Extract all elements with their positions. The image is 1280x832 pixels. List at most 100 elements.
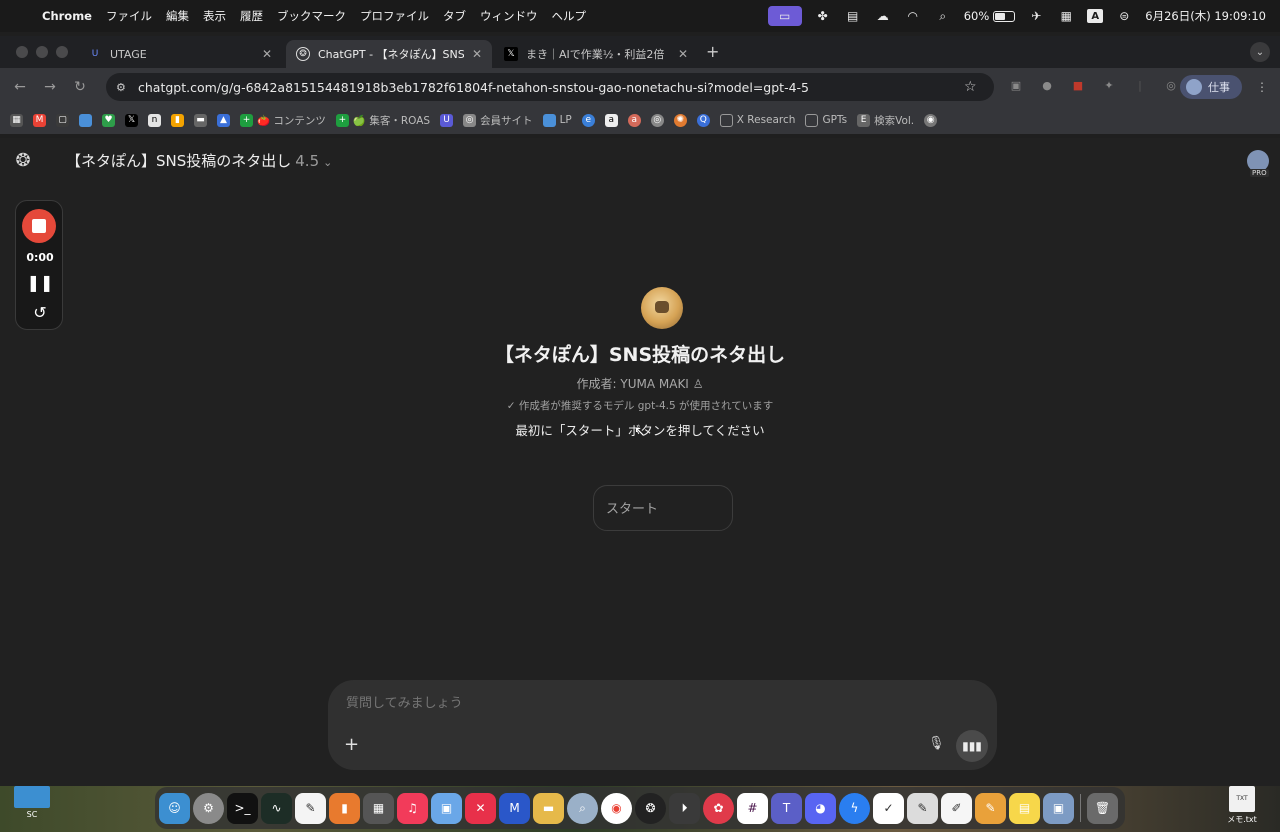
microphone-icon[interactable]: ●	[1039, 77, 1055, 93]
bookmark-amazon-icon[interactable]: a	[604, 113, 618, 127]
bookmark-search-vol[interactable]: E 検索Vol.	[857, 113, 914, 128]
bookmark-star-icon[interactable]: ☆	[964, 79, 984, 95]
notes-icon[interactable]: ✓	[873, 792, 904, 824]
site-info-icon[interactable]: ⚙	[116, 81, 132, 94]
menubar-clock[interactable]: 6月26日(木) 19:09:10	[1145, 8, 1266, 24]
menu-file[interactable]: ファイル	[106, 8, 152, 24]
extension-red-icon[interactable]: ■	[1070, 77, 1086, 93]
chatgpt-app-icon[interactable]: ❂	[635, 792, 666, 824]
plus-icon[interactable]: +	[344, 734, 359, 755]
minimize-window-button[interactable]	[36, 46, 48, 58]
bookmark-x-icon[interactable]: 𝕏	[125, 113, 138, 127]
bookmark-gmail-icon[interactable]: M	[33, 113, 46, 127]
wifi-icon[interactable]: ◠	[904, 9, 922, 23]
back-icon[interactable]: ←	[10, 79, 30, 95]
reload-icon[interactable]: ↻	[70, 79, 90, 95]
microphone-icon[interactable]: 🎙	[928, 736, 945, 751]
activity-monitor-icon[interactable]: ∿	[261, 792, 292, 824]
battery-status[interactable]: 60%	[964, 9, 1016, 23]
bookmark-content[interactable]: + 🍅 コンテンツ	[240, 113, 326, 128]
record-stop-button[interactable]	[22, 209, 56, 243]
system-settings-icon[interactable]: ⚙	[193, 792, 224, 824]
menu-tab[interactable]: タブ	[443, 8, 466, 24]
screenflow-icon[interactable]: ✿	[703, 792, 734, 824]
close-window-button[interactable]	[16, 46, 28, 58]
input-method-icon[interactable]: A	[1087, 9, 1104, 23]
bookmark-q-icon[interactable]: Q	[696, 113, 710, 127]
menu-history[interactable]: 履歴	[240, 8, 263, 24]
tab-x-profile[interactable]: 𝕏 まき｜AIで作業½・利益2倍（@ ✕	[494, 40, 698, 68]
profile-button[interactable]: 仕事	[1180, 75, 1242, 99]
pause-icon[interactable]: ❚❚	[16, 273, 64, 292]
desktop-folder-sc[interactable]: SC	[12, 786, 52, 819]
cloud-icon[interactable]: ☁	[874, 9, 892, 23]
bookmark-sun-icon[interactable]: ✺	[673, 113, 687, 127]
camera-icon[interactable]: ▣	[1008, 77, 1024, 93]
preview-icon[interactable]: ▣	[431, 792, 462, 824]
voice-mode-icon[interactable]: ▮▮▮	[956, 730, 988, 762]
tab-chatgpt[interactable]: ❂ ChatGPT - 【ネタぽん】SNS投 ✕	[286, 40, 492, 68]
books-icon[interactable]: ▮	[329, 792, 360, 824]
bookmark-a-icon[interactable]: a	[627, 113, 641, 127]
bookmark-utage-icon[interactable]: U	[440, 113, 454, 127]
slack-icon[interactable]: #	[737, 792, 768, 824]
menu-profiles[interactable]: プロファイル	[360, 8, 429, 24]
airplane-icon[interactable]: ✈	[1027, 9, 1045, 23]
gpt-model-selector[interactable]: 【ネタぽん】SNS投稿のネタ出し 4.5 ⌄	[66, 150, 332, 171]
new-tab-icon[interactable]: +	[706, 42, 719, 61]
trash-icon[interactable]: 🗑	[1087, 792, 1118, 824]
menu-help[interactable]: ヘルプ	[551, 8, 586, 24]
bookmark-analytics-icon[interactable]: ▮	[171, 113, 184, 127]
discord-icon[interactable]: ◕	[805, 792, 836, 824]
bookmark-blue-icon[interactable]	[79, 113, 92, 127]
control-center-icon[interactable]: ⊜	[1115, 9, 1133, 23]
screen-share-icon[interactable]: ▭	[767, 6, 802, 26]
extension-cluster-icon[interactable]: ✤	[814, 9, 832, 23]
teams-icon[interactable]: T	[771, 792, 802, 824]
url-text[interactable]: chatgpt.com/g/g-6842a815154481918b3eb178…	[138, 80, 964, 95]
menu-window[interactable]: ウィンドウ	[480, 8, 538, 24]
photos-preview-icon[interactable]: ▣	[1043, 792, 1074, 824]
calendar-grid-icon[interactable]: ▦	[1057, 9, 1075, 23]
finder-icon[interactable]: ☺	[159, 792, 190, 824]
puzzle-icon[interactable]: ✦	[1101, 77, 1117, 93]
bookmark-circle-icon[interactable]: ◎	[650, 113, 664, 127]
quicklook-icon[interactable]: ⌕	[567, 792, 598, 824]
bookmark-edge-icon[interactable]: e	[581, 113, 595, 127]
bookmark-folder-gpts[interactable]: GPTs	[805, 113, 847, 127]
terminal-icon[interactable]: >_	[227, 792, 258, 824]
bookmark-folder-x-research[interactable]: X Research	[719, 113, 795, 127]
bookmark-car-icon[interactable]: ▬	[194, 113, 207, 127]
close-tab-icon[interactable]: ✕	[678, 47, 688, 61]
openai-logo-icon[interactable]: ❂	[12, 150, 34, 172]
bookmark-drive-icon[interactable]: ▲	[217, 113, 230, 127]
files-icon[interactable]: ▬	[533, 792, 564, 824]
restart-icon[interactable]: ↺	[16, 303, 64, 322]
messenger-icon[interactable]: ϟ	[839, 792, 870, 824]
notes-yellow-icon[interactable]: ▤	[1009, 792, 1040, 824]
bookmark-lp[interactable]: LP	[542, 113, 572, 127]
apps-grid-icon[interactable]: ▦	[10, 113, 23, 127]
address-bar[interactable]: ⚙ chatgpt.com/g/g-6842a815154481918b3eb1…	[106, 73, 994, 101]
bookmark-notion-icon[interactable]: n	[148, 113, 161, 127]
xmind-icon[interactable]: ✕	[465, 792, 496, 824]
close-tab-icon[interactable]: ✕	[262, 47, 272, 61]
tab-search-icon[interactable]: ⌄	[1250, 42, 1270, 62]
close-tab-icon[interactable]: ✕	[472, 47, 482, 61]
textedit-icon[interactable]: ✐	[941, 792, 972, 824]
bookmark-globe-icon[interactable]: ◉	[924, 113, 938, 127]
menu-app-name[interactable]: Chrome	[42, 9, 92, 23]
bookmark-roas[interactable]: + 🍏 集客・ROAS	[335, 113, 430, 128]
mindnode-icon[interactable]: M	[499, 792, 530, 824]
conversation-starter-button[interactable]: スタート	[593, 485, 733, 531]
sync-icon[interactable]: ◎	[1163, 77, 1179, 93]
music-icon[interactable]: ♫	[397, 792, 428, 824]
audio-app-icon[interactable]: ⏵	[669, 792, 700, 824]
spotlight-search-icon[interactable]: ⌕	[934, 9, 952, 23]
clipboard-icon[interactable]: ▤	[844, 9, 862, 23]
menu-edit[interactable]: 編集	[166, 8, 189, 24]
script-editor-icon[interactable]: ✎	[907, 792, 938, 824]
calculator-icon[interactable]: ▦	[363, 792, 394, 824]
freeform-icon[interactable]: ✎	[295, 792, 326, 824]
desktop-file-memo[interactable]: TXT メモ.txt	[1222, 786, 1262, 825]
